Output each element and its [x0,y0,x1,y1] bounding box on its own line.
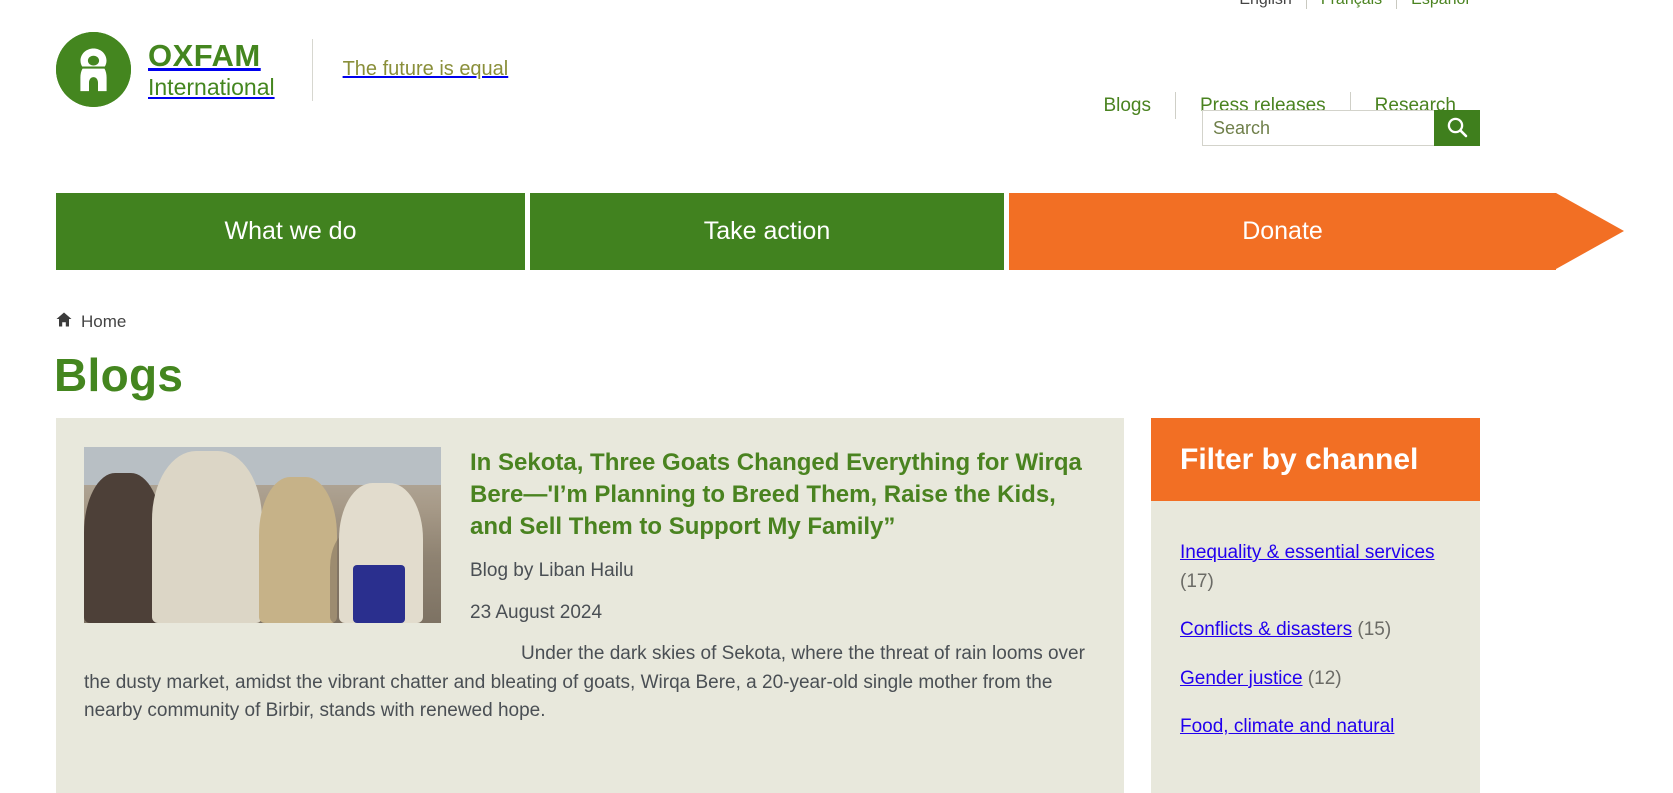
search-form [1202,110,1480,146]
site-header: OXFAM International The future is equal … [0,18,1673,146]
language-link-espanol[interactable]: Español [1397,0,1483,9]
site-logo-link[interactable]: OXFAM International The future is equal [56,32,508,107]
nav-button-take-action[interactable]: Take action [530,193,1004,270]
filter-option-inequality: Inequality & essential services (17) [1180,539,1458,596]
logo-name: OXFAM [148,38,261,73]
logo-wordmark: OXFAM International [148,40,275,99]
blog-list-item: In Sekota, Three Goats Changed Everythin… [56,418,1124,793]
filter-count-gender-justice: (12) [1307,667,1342,689]
filter-option-gender-justice: Gender justice (12) [1180,665,1458,694]
home-icon [56,312,72,332]
breadcrumb-item-home[interactable]: Home [81,312,126,332]
filter-link-food-climate[interactable]: Food, climate and natural [1180,716,1394,737]
primary-nav: What we do Take action Donate [56,193,1624,270]
filter-count-inequality: (17) [1180,570,1214,592]
search-icon [1446,116,1468,141]
oxfam-person-logo-icon [56,32,131,107]
article-text-block: In Sekota, Three Goats Changed Everythin… [470,447,1094,624]
search-button[interactable] [1434,110,1480,146]
search-input[interactable] [1202,110,1434,146]
brand-divider [311,38,313,101]
language-link-francais[interactable]: Français [1307,0,1396,9]
filter-by-channel-panel: Filter by channel Inequality & essential… [1151,418,1480,793]
logo-subtitle: International [148,74,275,100]
filter-option-food-climate: Food, climate and natural [1180,713,1458,742]
filter-count-conflicts: (15) [1357,619,1392,640]
nav-button-donate[interactable]: Donate [1009,193,1624,270]
thumbnail-figure [84,473,162,623]
article-thumbnail[interactable] [84,447,441,623]
filter-option-list: Inequality & essential services (17) Con… [1151,501,1480,742]
site-tagline: The future is equal [342,58,509,80]
article-title-link[interactable]: In Sekota, Three Goats Changed Everythin… [470,449,1082,540]
article-byline: Blog by Liban Hailu [470,559,634,581]
language-bar: English Français Español [0,0,1673,14]
page-title: Blogs [54,349,184,401]
nav-button-what-we-do[interactable]: What we do [56,193,525,270]
filter-option-conflicts: Conflicts & disasters (15) [1180,616,1458,645]
nav-link-blogs[interactable]: Blogs [1079,95,1175,117]
breadcrumb: Home [56,312,126,332]
language-link-english[interactable]: English [1225,0,1305,9]
filter-panel-title: Filter by channel [1180,442,1419,476]
filter-link-inequality[interactable]: Inequality & essential services [1180,542,1435,563]
filter-link-conflicts[interactable]: Conflicts & disasters [1180,619,1352,640]
filter-panel-header: Filter by channel [1151,418,1480,501]
thumbnail-figure [152,451,262,623]
article-date: 23 August 2024 [470,601,603,623]
filter-link-gender-justice[interactable]: Gender justice [1180,668,1303,689]
thumbnail-figure [259,477,337,623]
thumbnail-figure [339,483,423,623]
article-title: In Sekota, Three Goats Changed Everythin… [470,447,1094,543]
article-summary: Under the dark skies of Sekota, where th… [84,642,1085,722]
